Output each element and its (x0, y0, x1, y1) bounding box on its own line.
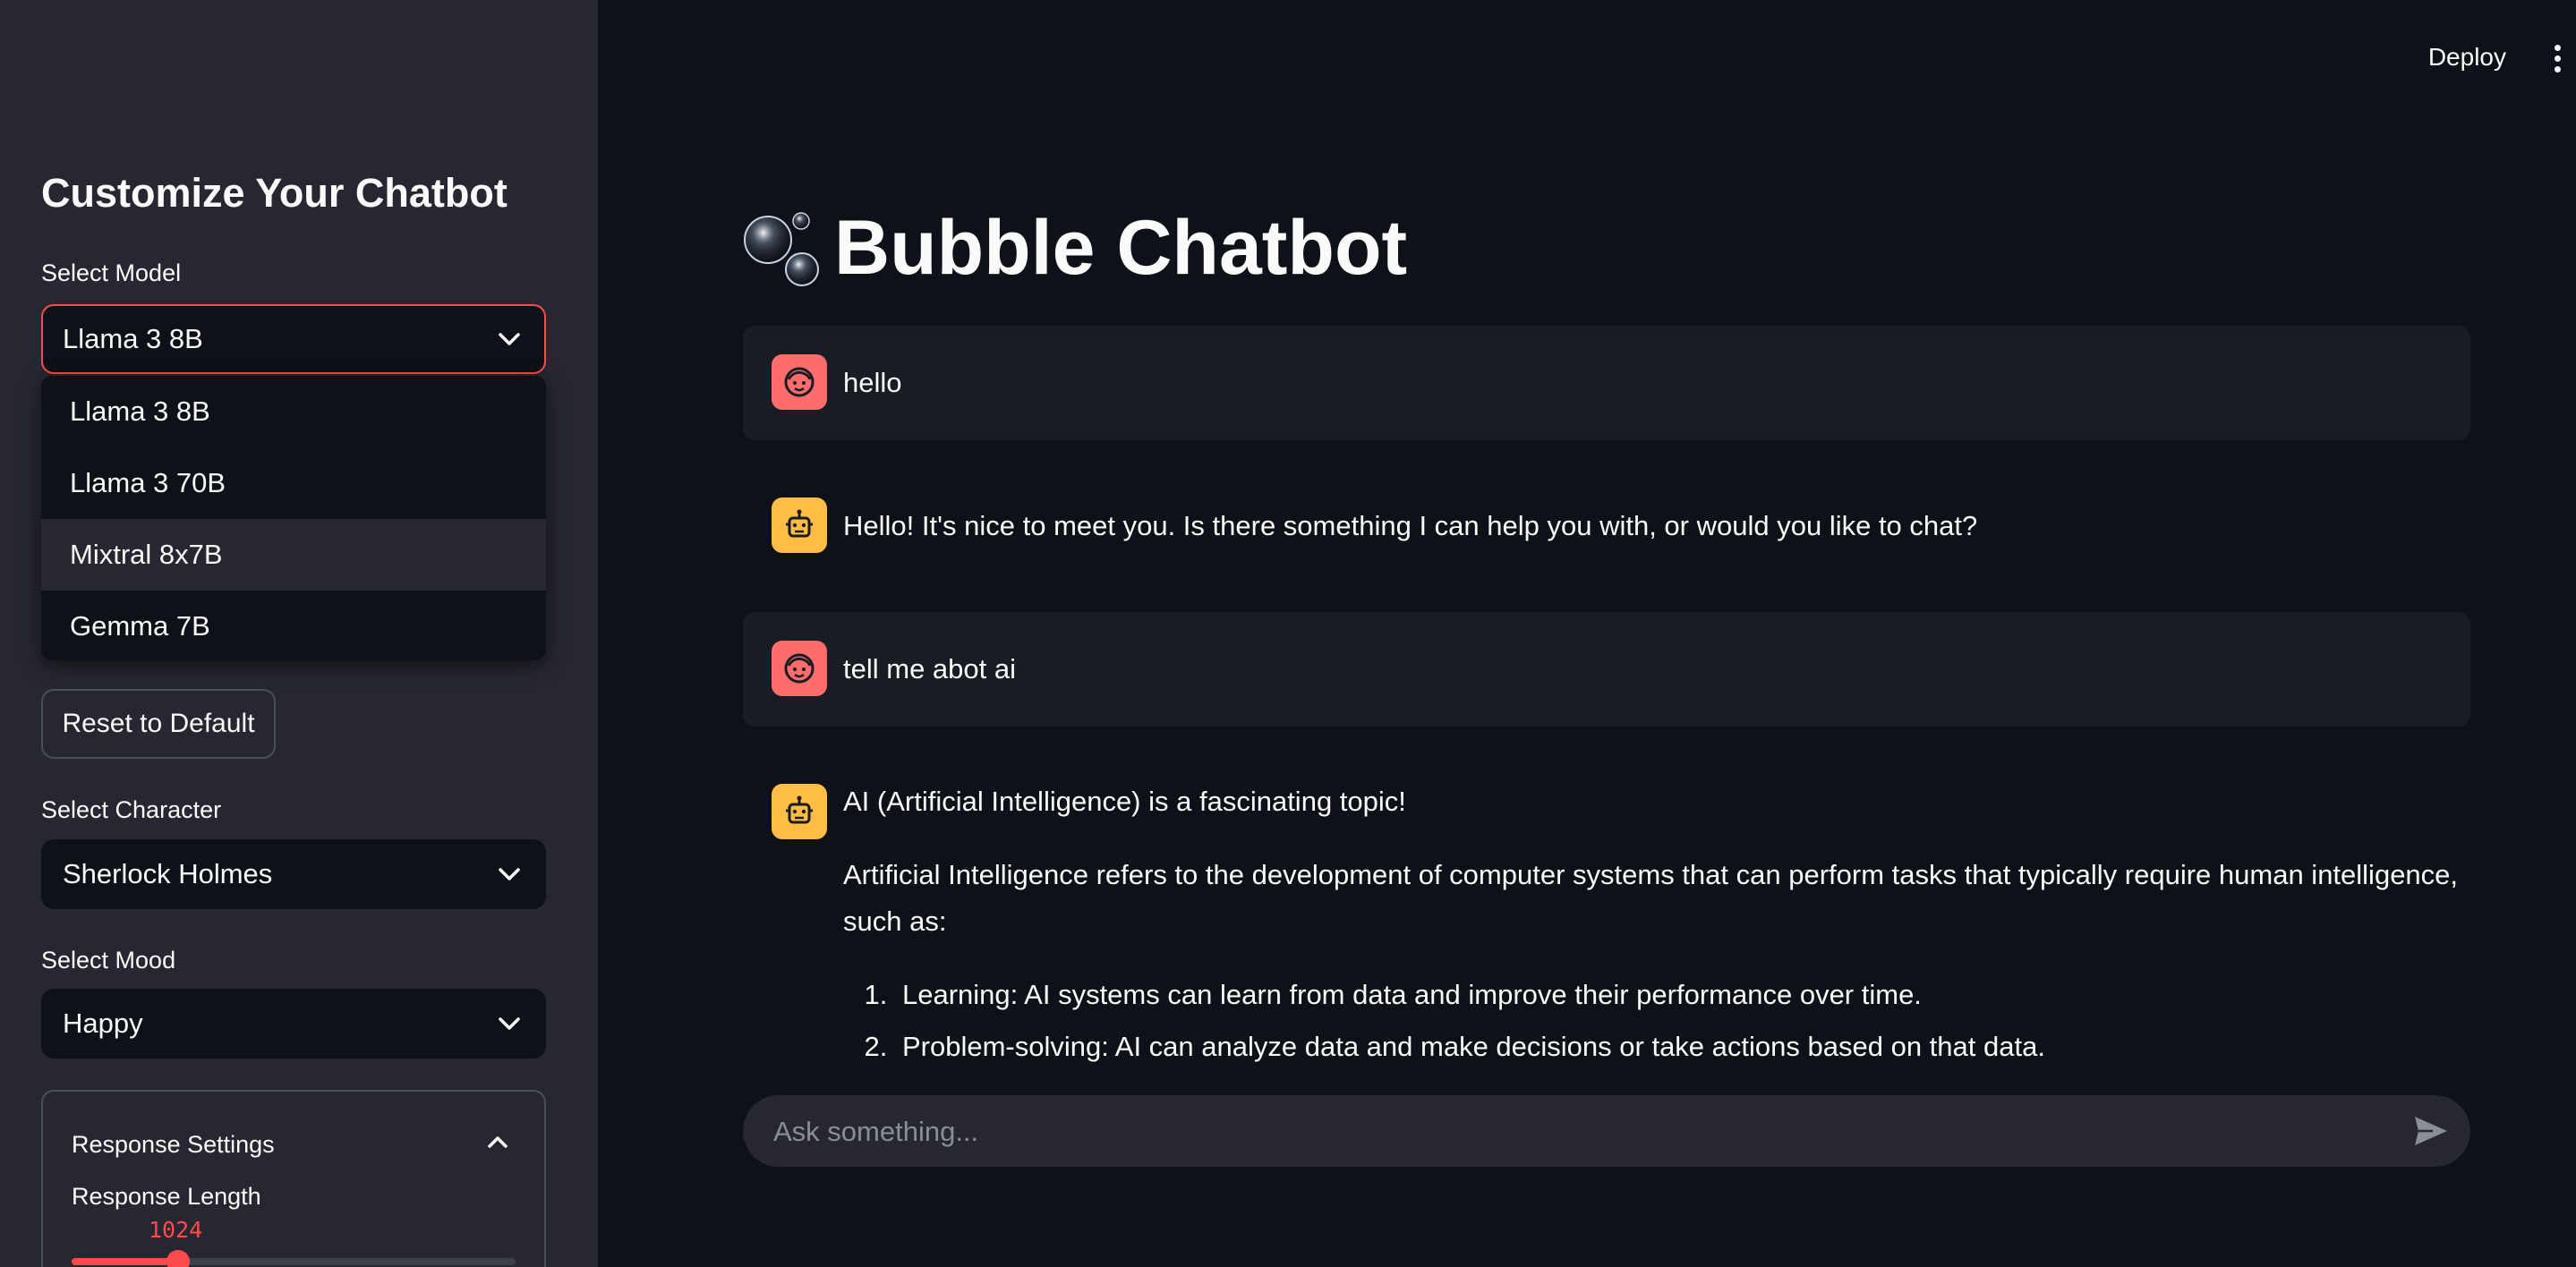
chevron-down-icon (499, 1017, 520, 1030)
message-intro: AI (Artificial Intelligence) is a fascin… (843, 786, 1406, 817)
chevron-down-icon (499, 333, 520, 345)
mood-select-value: Happy (63, 1008, 143, 1039)
robot-icon (772, 497, 827, 553)
more-vert-icon[interactable] (2553, 45, 2562, 73)
sidebar-title: Customize Your Chatbot (41, 170, 508, 216)
select-mood-label: Select Mood (41, 947, 176, 974)
response-length-value: 1024 (149, 1217, 203, 1243)
page-header: Bubble Chatbot (741, 204, 1407, 293)
reset-to-default-button[interactable]: Reset to Default (41, 689, 276, 759)
robot-icon (772, 784, 827, 839)
list-item: Problem-solving: AI can analyze data and… (895, 1024, 2508, 1070)
select-character-label: Select Character (41, 796, 222, 823)
sidebar: Customize Your Chatbot Select Model Llam… (0, 0, 598, 1267)
response-settings-header[interactable]: Response Settings (72, 1131, 275, 1159)
message-list: Learning: AI systems can learn from data… (843, 972, 2508, 1070)
character-select-value: Sherlock Holmes (63, 858, 273, 889)
model-select[interactable]: Llama 3 8B (41, 304, 546, 374)
main-area: Deploy Bubble Chatbot hello Hello! It's … (598, 0, 2576, 1267)
chevron-up-icon[interactable] (487, 1135, 508, 1149)
model-option[interactable]: Llama 3 8B (41, 376, 546, 447)
character-select[interactable]: Sherlock Holmes (41, 839, 546, 909)
response-settings-expander: Response Settings Response Length 1024 (41, 1090, 546, 1267)
chat-message-user: hello (743, 326, 2470, 440)
send-icon[interactable] (2413, 1115, 2449, 1147)
message-text: hello (843, 367, 902, 398)
model-option-hovered[interactable]: Mixtral 8x7B (41, 519, 546, 591)
assistant-message-body: AI (Artificial Intelligence) is a fascin… (843, 778, 2508, 1076)
response-length-label: Response Length (72, 1183, 261, 1210)
bubbles-icon (744, 211, 819, 286)
model-option[interactable]: Llama 3 70B (41, 447, 546, 519)
chat-message-user: tell me abot ai (743, 612, 2470, 727)
model-option[interactable]: Gemma 7B (41, 591, 546, 660)
list-item: Learning: AI systems can learn from data… (895, 972, 2508, 1018)
user-face-icon (772, 354, 827, 410)
chat-input-container (743, 1095, 2470, 1169)
response-length-slider[interactable] (72, 1250, 516, 1267)
message-text: tell me abot ai (843, 653, 1016, 685)
slider-fill (72, 1258, 179, 1265)
chat-input[interactable] (772, 1095, 2368, 1169)
message-text: Hello! It's nice to meet you. Is there s… (843, 510, 1978, 541)
chat-message-assistant: Hello! It's nice to meet you. Is there s… (743, 469, 2470, 583)
page-title: Bubble Chatbot (834, 205, 1408, 291)
slider-thumb[interactable] (166, 1250, 191, 1267)
select-model-label: Select Model (41, 259, 182, 286)
user-face-icon (772, 641, 827, 696)
mood-select[interactable]: Happy (41, 989, 546, 1059)
message-paragraph: Artificial Intelligence refers to the de… (843, 859, 2459, 937)
chevron-down-icon (499, 868, 520, 880)
model-dropdown-menu: Llama 3 8B Llama 3 70B Mixtral 8x7B Gemm… (41, 376, 546, 660)
deploy-button[interactable]: Deploy (2428, 43, 2506, 72)
model-select-value: Llama 3 8B (63, 323, 203, 354)
